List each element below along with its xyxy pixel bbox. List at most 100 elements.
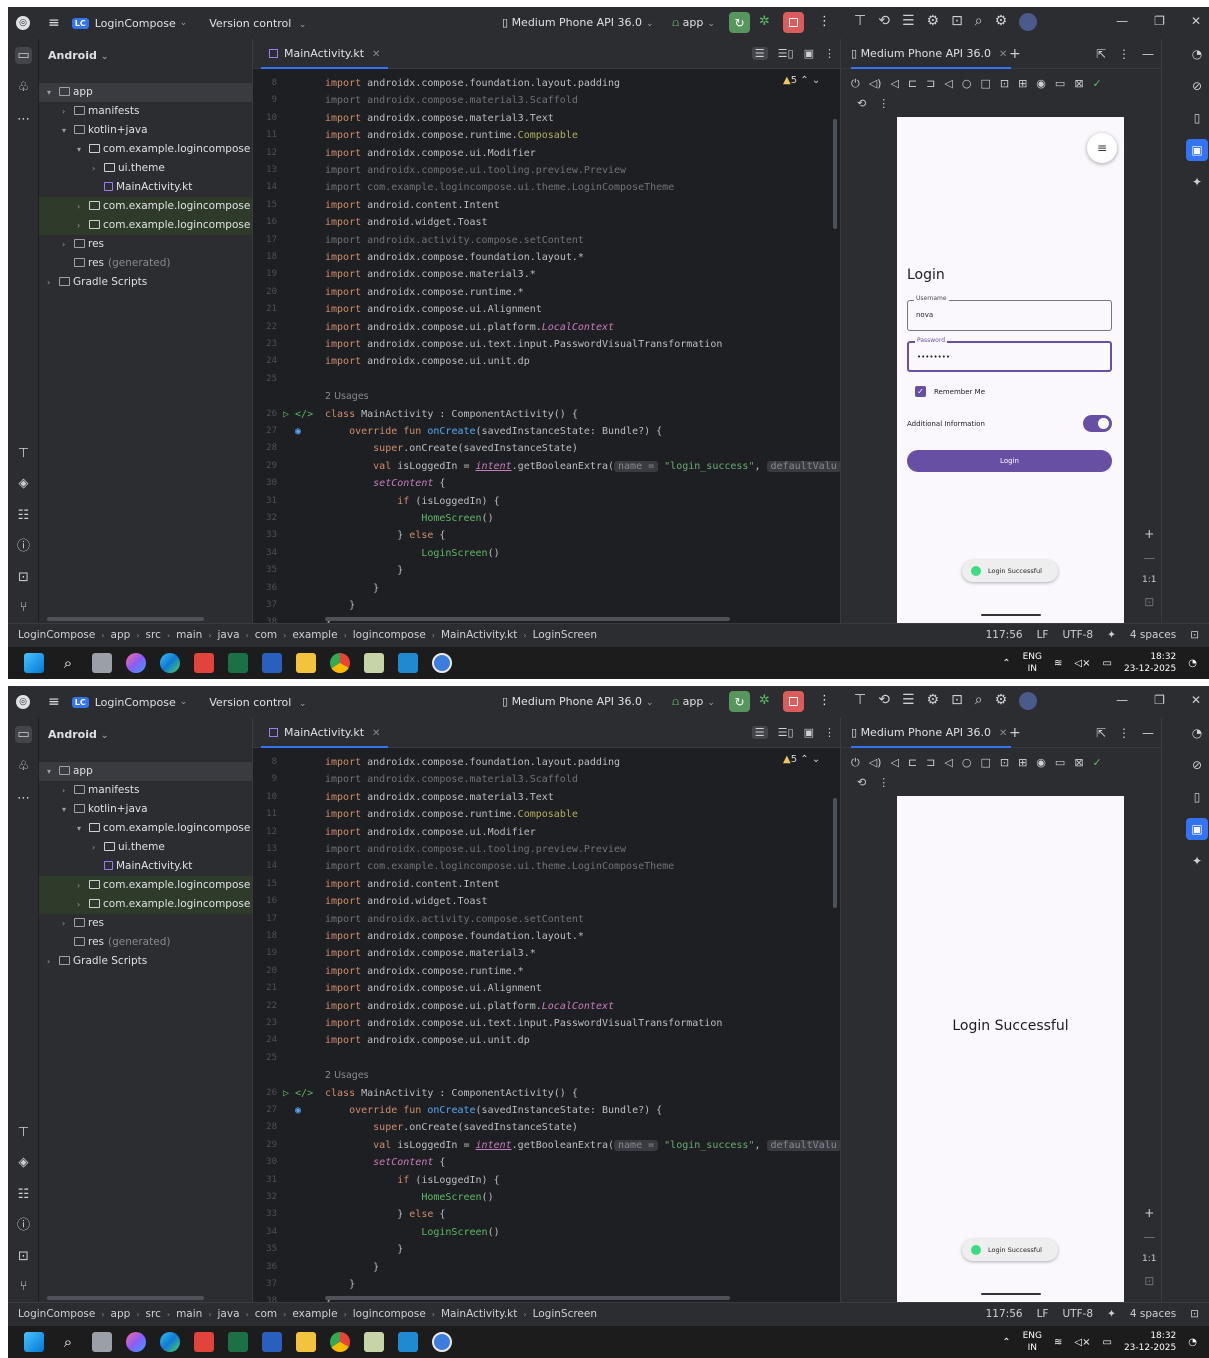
code-line[interactable]: 17 import androidx.activity.compose.setCo… — [253, 232, 841, 249]
file-encoding[interactable]: UTF-8 — [1062, 624, 1093, 647]
back-icon[interactable]: ◁ — [944, 756, 952, 770]
code-line[interactable]: 12 import androidx.compose.ui.Modifier — [253, 145, 841, 162]
code-line[interactable]: 2 Usages — [253, 388, 841, 405]
tray-expand-icon[interactable]: ⌃ — [1002, 1337, 1010, 1348]
rotate-left-icon[interactable]: ⊏ — [908, 756, 917, 770]
breadcrumb-item[interactable]: app — [111, 1308, 131, 1320]
zoom-in-icon[interactable]: + — [1144, 527, 1154, 541]
code-line[interactable]: 33 } else { — [253, 527, 841, 544]
caret-position[interactable]: 117:56 — [986, 1303, 1023, 1326]
avatar[interactable] — [1019, 692, 1038, 710]
gesture-bar[interactable] — [981, 614, 1041, 616]
close-icon[interactable]: ✕ — [1191, 693, 1201, 707]
tree-item[interactable]: ▾ com.example.logincompose — [39, 819, 252, 838]
breadcrumb-item[interactable]: MainActivity.kt — [441, 1308, 517, 1320]
code-area[interactable]: ▲5 ⌃ ⌄ 8 import androidx.compose.foundati… — [253, 754, 841, 1307]
tree-item[interactable]: ›com.example.logincompose( — [39, 197, 252, 216]
tree-item[interactable]: ›com.example.logincompose( — [39, 876, 252, 895]
logcat-icon[interactable]: ☷ — [15, 507, 32, 524]
code-line[interactable]: 24 import androidx.compose.ui.unit.dp — [253, 353, 841, 370]
project-tool-folder-icon[interactable]: ▭ — [15, 47, 32, 64]
code-line[interactable]: 14 import com.example.logincompose.ui.the… — [253, 858, 841, 875]
code-line[interactable]: 31 if (isLoggedIn) { — [253, 493, 841, 510]
code-view-icon[interactable]: ☰ — [751, 47, 768, 60]
rotate-right-icon[interactable]: ⊐ — [926, 77, 935, 91]
breadcrumb-item[interactable]: src — [146, 629, 161, 641]
open-window-icon[interactable]: ⇱ — [1096, 726, 1106, 740]
notepad-icon[interactable] — [364, 653, 384, 673]
profiler-icon[interactable]: ⊤ — [854, 13, 866, 31]
chevron-right-icon[interactable]: › — [77, 876, 89, 895]
code-line[interactable]: 23 import androidx.compose.ui.text.input.… — [253, 336, 841, 353]
apply-changes-icon[interactable]: ⟲ — [878, 692, 890, 710]
chevron-down-icon[interactable]: ▾ — [47, 762, 59, 781]
tree-item[interactable]: ▾ app — [39, 83, 252, 102]
record-icon[interactable]: ▭ — [1055, 756, 1065, 770]
resource-manager-icon[interactable]: ♧ — [15, 758, 32, 775]
volume-icon[interactable]: ◁× — [1074, 1337, 1090, 1348]
design-view-icon[interactable]: ▣ — [804, 726, 814, 739]
file-explorer-icon[interactable] — [296, 1332, 316, 1352]
chevron-right-icon[interactable]: › — [77, 216, 89, 235]
device-manager-icon[interactable]: ⊡ — [951, 13, 963, 31]
tree-item[interactable]: ▾ app — [39, 762, 252, 781]
breadcrumb-item[interactable]: main — [176, 629, 202, 641]
profiler-icon[interactable]: ⊤ — [854, 692, 866, 710]
code-line[interactable]: 31 if (isLoggedIn) { — [253, 1172, 841, 1189]
windows-start-icon[interactable] — [24, 653, 44, 673]
chevron-right-icon[interactable]: › — [62, 235, 74, 254]
device-selector[interactable]: ▯ Medium Phone API 36.0 ⌄ — [502, 16, 654, 29]
chevron-right-icon[interactable]: › — [77, 895, 89, 914]
ai-status-icon[interactable]: ✦ — [1107, 1303, 1116, 1326]
tree-item[interactable]: › res — [39, 914, 252, 933]
code-line[interactable]: 10 import androidx.compose.material3.Text — [253, 110, 841, 127]
code-line[interactable]: 29 val isLoggedIn = intent.getBooleanExt… — [253, 1137, 841, 1154]
code-line[interactable]: 30 setContent { — [253, 1154, 841, 1171]
todoist-icon[interactable] — [194, 653, 214, 673]
split-view-icon[interactable]: ☰▯ — [778, 726, 794, 739]
split-view-icon[interactable]: ☰▯ — [778, 47, 794, 60]
editor-horizontal-scrollbar[interactable] — [325, 1296, 730, 1300]
logcat-icon[interactable]: ☷ — [15, 1186, 32, 1203]
run-config-selector[interactable]: ⩍ app ⌄ — [672, 16, 715, 30]
version-control-menu[interactable]: Version control ⌄ — [209, 17, 306, 30]
code-line[interactable]: 36 } — [253, 580, 841, 597]
copilot-icon[interactable] — [126, 1332, 146, 1352]
tree-item[interactable]: ▾ com.example.logincompose — [39, 140, 252, 159]
code-line[interactable]: 9 import androidx.compose.material3.Scaff… — [253, 92, 841, 109]
tray-expand-icon[interactable]: ⌃ — [1002, 658, 1010, 669]
build-hammer-icon[interactable]: ⊤ — [15, 445, 32, 462]
power-icon[interactable]: ⏻ — [851, 756, 860, 770]
chevron-right-icon[interactable]: › — [92, 159, 104, 178]
editor-more-icon[interactable]: ⋮ — [824, 47, 835, 60]
line-ending[interactable]: LF — [1037, 1303, 1049, 1326]
main-menu-icon[interactable]: ≡ — [48, 15, 60, 31]
line-ending[interactable]: LF — [1037, 624, 1049, 647]
more-tools-icon[interactable]: ⋯ — [15, 111, 32, 128]
structure-icon[interactable]: ☰ — [902, 692, 915, 710]
editor-more-icon[interactable]: ⋮ — [824, 726, 835, 739]
language-indicator[interactable]: ENG IN — [1023, 1330, 1042, 1354]
notepad-icon[interactable] — [364, 1332, 384, 1352]
code-line[interactable]: 16 import android.widget.Toast — [253, 214, 841, 231]
back-icon[interactable]: ◁ — [944, 77, 952, 91]
tree-item[interactable]: › res — [39, 235, 252, 254]
code-line[interactable]: 14 import com.example.logincompose.ui.the… — [253, 179, 841, 196]
record-icon[interactable]: ▭ — [1055, 77, 1065, 91]
clock[interactable]: 18:32 23-12-2025 — [1124, 1330, 1176, 1354]
task-view-icon[interactable] — [92, 653, 112, 673]
breadcrumb-item[interactable]: logincompose — [353, 629, 426, 641]
stop-button[interactable] — [783, 691, 804, 712]
zoom-out-icon[interactable]: — — [1143, 1230, 1155, 1244]
indent-setting[interactable]: 4 spaces — [1130, 1303, 1176, 1326]
device-selector[interactable]: ▯ Medium Phone API 36.0 ⌄ — [502, 695, 654, 708]
tab-device[interactable]: ▯ Medium Phone API 36.0 ✕ — [851, 39, 1012, 69]
notification-bell-icon[interactable]: ◔ — [1188, 1337, 1197, 1348]
gem-icon[interactable]: ◈ — [15, 1154, 32, 1171]
code-line[interactable]: 16 import android.widget.Toast — [253, 893, 841, 910]
open-window-icon[interactable]: ⇱ — [1096, 47, 1106, 61]
language-indicator[interactable]: ENG IN — [1023, 651, 1042, 675]
hide-panel-icon[interactable]: — — [1142, 47, 1154, 61]
tree-item[interactable]: ›com.example.logincompose( — [39, 895, 252, 914]
code-line[interactable]: 37 } — [253, 1276, 841, 1293]
